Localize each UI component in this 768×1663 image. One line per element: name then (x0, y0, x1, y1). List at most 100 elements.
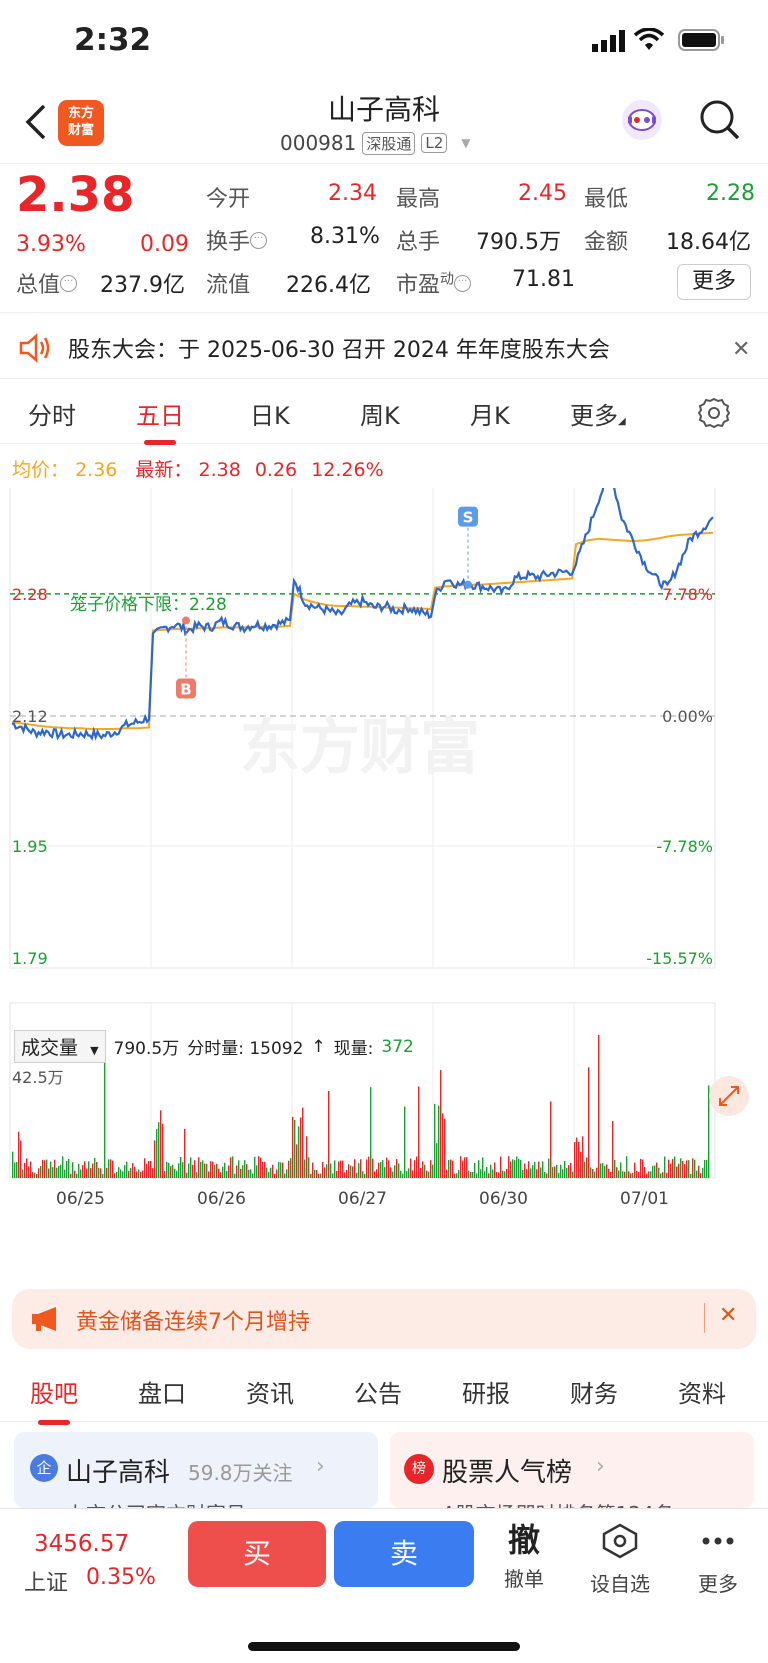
battery-icon (678, 28, 726, 56)
index-name: 上证 (24, 1571, 69, 1596)
tab-week-k[interactable]: 周K (360, 396, 400, 431)
volume-bar (504, 1171, 506, 1178)
promo-banner[interactable]: 黄金储备连续7个月增持 ✕ (12, 1289, 756, 1349)
volume-bar (530, 1168, 532, 1178)
tab-research[interactable]: 研报 (462, 1374, 510, 1409)
divider (704, 1303, 705, 1333)
chg-pct: 12.26% (311, 459, 384, 481)
cancel-order-button[interactable]: 撤 撤单 (484, 1523, 564, 1592)
tab-news[interactable]: 资讯 (246, 1374, 294, 1409)
volume-bar (380, 1162, 382, 1178)
info-icon[interactable]: ··· (60, 274, 78, 292)
volume-bar (384, 1167, 386, 1178)
popularity-card[interactable]: 榜 股票人气榜 › A股市场即时排名第124名 (390, 1432, 754, 1508)
change-value: 0.09 (140, 232, 189, 257)
volume-bar (102, 1173, 104, 1178)
volume-bar (296, 1144, 298, 1178)
volume-bar (520, 1159, 522, 1178)
pct-tick-label: 7.78% (662, 585, 713, 604)
dropdown-arrow-icon: ▼ (461, 136, 471, 150)
volume-bar (152, 1168, 154, 1178)
promo-text: 黄金储备连续7个月增持 (76, 1310, 310, 1335)
volume-bar (308, 1157, 310, 1178)
volume-bar (420, 1168, 422, 1178)
tab-finance[interactable]: 财务 (570, 1374, 618, 1409)
volume-bar (82, 1165, 84, 1178)
volume-bar (518, 1158, 520, 1178)
gear-icon[interactable] (697, 396, 731, 434)
level-tag: L2 (421, 133, 448, 153)
more-dots-icon (702, 1537, 734, 1545)
volume-bar (644, 1167, 646, 1178)
volume-bar (378, 1162, 380, 1178)
tab-announcement[interactable]: 公告 (354, 1374, 402, 1409)
volume-bar (552, 1167, 554, 1178)
tab-month-k[interactable]: 月K (470, 396, 510, 431)
five-day-chart[interactable]: 东方财富 2.4515.57%2.287.78%2.120.00%1.95-7.… (0, 488, 768, 1278)
info-icon[interactable]: ··· (454, 274, 472, 292)
volume-bar (550, 1101, 552, 1178)
up-arrow-icon: ↑ (311, 1036, 326, 1057)
buy-button[interactable]: 买 (188, 1521, 326, 1587)
tab-wuri[interactable]: 五日 (136, 396, 184, 445)
tab-more[interactable]: 更多◢ (570, 396, 626, 431)
latest-label: 最新： (135, 459, 193, 481)
volume-bar (118, 1167, 120, 1178)
company-card[interactable]: 企 山子高科 59.8万关注 › 上市公司官方财富号 (14, 1432, 378, 1508)
mktcap-value: 237.9亿 (100, 273, 185, 298)
volume-bar (414, 1160, 416, 1178)
volume-bar (358, 1163, 360, 1178)
volume-bar (292, 1116, 294, 1178)
volume-bar (328, 1091, 330, 1178)
volume-selector[interactable]: 成交量 ▼ (14, 1030, 106, 1063)
volume-bar (654, 1165, 656, 1178)
close-icon[interactable]: ✕ (732, 337, 750, 362)
info-icon[interactable]: ··· (250, 231, 268, 249)
volume-bar (684, 1164, 686, 1178)
expand-icon[interactable] (709, 1076, 749, 1116)
volume-bar (386, 1157, 388, 1178)
volume-bar (138, 1169, 140, 1178)
volume-bar (50, 1161, 52, 1178)
volume-bar (122, 1171, 124, 1178)
tab-pankou[interactable]: 盘口 (138, 1374, 186, 1409)
index-value[interactable]: 3456.57 (34, 1531, 129, 1557)
volume-bar (80, 1169, 82, 1178)
volume-bar (90, 1168, 92, 1178)
volume-bar (274, 1173, 276, 1178)
add-watchlist-button[interactable]: 设自选 (580, 1523, 660, 1597)
volume-bar (708, 1085, 710, 1178)
volume-bar (640, 1158, 642, 1178)
volume-bar (480, 1169, 482, 1178)
volume-bar (286, 1169, 288, 1178)
tab-guba[interactable]: 股吧 (30, 1374, 78, 1425)
sell-button[interactable]: 卖 (334, 1521, 474, 1587)
pct-tick-label: -7.78% (656, 837, 713, 856)
volume-bar (206, 1163, 208, 1178)
open-label: 今开 (206, 187, 251, 212)
notice-bar[interactable]: 股东大会：于 2025-06-30 召开 2024 年年度股东大会 ✕ (0, 315, 768, 379)
volume-bar (220, 1172, 222, 1178)
tab-fenshi[interactable]: 分时 (28, 396, 76, 431)
stock-code-row[interactable]: 000981 深股通 L2 ▼ (280, 131, 471, 155)
close-icon[interactable]: ✕ (719, 1303, 737, 1328)
notice-text: 股东大会：于 2025-06-30 召开 2024 年年度股东大会 (68, 338, 610, 363)
volume-bar (704, 1159, 706, 1178)
volume-bar (436, 1143, 438, 1178)
more-button[interactable]: 更多 (677, 264, 751, 300)
volume-value: 790.5万 (476, 230, 561, 255)
volume-bar (484, 1171, 486, 1178)
tab-profile[interactable]: 资料 (678, 1374, 726, 1409)
volume-bar (178, 1163, 180, 1178)
volume-bar (670, 1163, 672, 1178)
volume-bar (258, 1156, 260, 1178)
volume-bar (92, 1163, 94, 1178)
more-tools-button[interactable]: 更多 (678, 1523, 758, 1597)
volume-bar (170, 1166, 172, 1178)
volume-bar (646, 1173, 648, 1178)
tab-day-k[interactable]: 日K (250, 396, 290, 431)
volume-bar (534, 1161, 536, 1178)
volume-selector-label: 成交量 (21, 1037, 79, 1059)
robot-avatar-icon[interactable] (620, 98, 664, 146)
search-icon[interactable] (698, 98, 742, 146)
